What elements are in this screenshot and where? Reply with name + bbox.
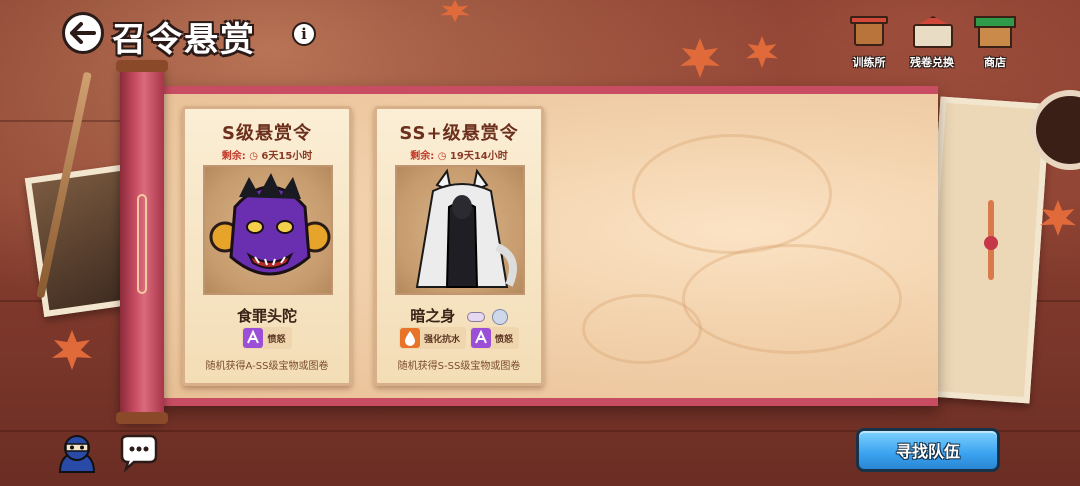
back-arrow-icon <box>70 22 96 44</box>
bounty-card-ss-plus[interactable]: SS+级悬赏令 剩余: ◷ 19天14小时 暗之身 强化抗水 愤怒 随机获得S-… <box>374 106 544 386</box>
page-title: 召令悬赏 <box>112 20 256 60</box>
trait-tags: 强化抗水 愤怒 <box>377 327 541 349</box>
boss-portrait <box>395 165 525 295</box>
clock-icon: ◷ <box>437 151 447 162</box>
card-title: SS+级悬赏令 <box>399 123 519 144</box>
info-button[interactable]: i <box>292 22 316 46</box>
trait-tag[interactable]: 愤怒 <box>242 327 292 349</box>
fragment-exchange-label: 残卷兑换 <box>910 56 954 69</box>
rage-buff-icon <box>471 328 491 348</box>
fragment-exchange-button[interactable]: 残卷兑换 <box>902 14 962 70</box>
boss-name: 暗之身 <box>410 307 456 325</box>
oni-monk-portrait-icon <box>209 173 331 276</box>
ninja-avatar-icon <box>58 435 96 473</box>
boss-name: 食罪头陀 <box>236 307 297 325</box>
boss-portrait <box>203 165 333 295</box>
element-icon <box>491 308 508 325</box>
card-remaining: 剩余: ◷ 19天14小时 <box>410 151 508 162</box>
card-remaining: 剩余: ◷ 6天15小时 <box>221 151 313 162</box>
water-resist-icon <box>399 328 420 348</box>
decor-paper-stack <box>919 96 1051 404</box>
shop-label: 商店 <box>984 56 1006 69</box>
shop-button[interactable]: 商店 <box>966 14 1024 70</box>
training-hall-icon <box>846 14 892 52</box>
reward-description: 随机获得S-SS级宝物或图卷 <box>397 361 521 372</box>
reward-description: 随机获得A-SS级宝物或图卷 <box>205 361 329 372</box>
trait-tag[interactable]: 强化抗水 <box>398 327 466 349</box>
card-title: S级悬赏令 <box>222 123 312 144</box>
clock-icon: ◷ <box>249 151 258 162</box>
scroll-rod <box>116 60 168 424</box>
ninja-avatar-button[interactable] <box>54 434 100 474</box>
chat-button[interactable] <box>118 434 164 474</box>
boss-name-row: 暗之身 <box>377 305 541 326</box>
decor-bead <box>984 236 998 250</box>
find-team-button[interactable]: 寻找队伍 <box>856 428 1000 472</box>
trait-tags: 愤怒 <box>185 327 349 349</box>
training-hall-label: 训练所 <box>852 56 886 69</box>
training-hall-button[interactable]: 训练所 <box>840 14 898 70</box>
shadow-fox-portrait-icon <box>415 168 517 288</box>
trait-tag[interactable]: 愤怒 <box>470 327 520 349</box>
mask-icon <box>466 311 485 322</box>
chat-icon <box>120 434 158 473</box>
fragment-exchange-icon <box>909 14 955 52</box>
back-button[interactable] <box>62 12 104 54</box>
bounty-card-s[interactable]: S级悬赏令 剩余: ◷ 6天15小时 食罪头陀 愤怒 随机获得A-SS级宝物或图… <box>182 106 352 386</box>
rage-buff-icon <box>243 328 264 348</box>
shop-icon <box>972 14 1018 52</box>
